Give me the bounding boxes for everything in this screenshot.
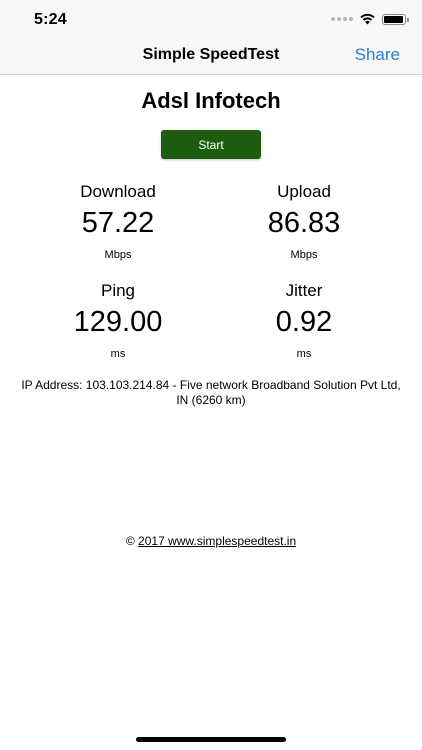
download-label: Download xyxy=(80,182,156,201)
status-icons xyxy=(331,13,409,25)
ping-metric: Ping 129.00 ms xyxy=(38,281,198,361)
copyright-symbol: © xyxy=(125,534,135,548)
status-time: 5:24 xyxy=(34,11,67,28)
home-indicator[interactable] xyxy=(136,737,286,742)
jitter-label: Jitter xyxy=(285,281,323,300)
isp-name: Adsl Infotech xyxy=(141,88,281,113)
ping-value: 129.00 xyxy=(73,306,163,338)
upload-value: 86.83 xyxy=(267,207,341,239)
upload-metric: Upload 86.83 Mbps xyxy=(224,182,384,262)
download-metric: Download 57.22 Mbps xyxy=(38,182,198,262)
download-unit: Mbps xyxy=(104,249,132,261)
battery-icon xyxy=(382,13,409,25)
start-button[interactable]: Start xyxy=(161,130,261,159)
upload-unit: Mbps xyxy=(290,249,318,261)
upload-label: Upload xyxy=(277,182,331,201)
status-bar: 5:24 xyxy=(0,0,422,40)
jitter-value: 0.92 xyxy=(275,306,333,338)
download-value: 57.22 xyxy=(81,207,155,239)
jitter-unit: ms xyxy=(296,348,312,360)
wifi-icon xyxy=(360,13,375,25)
navigation-bar: Simple SpeedTest Share xyxy=(0,40,422,75)
copyright: © 2017 www.simplespeedtest.in xyxy=(0,534,422,548)
ping-label: Ping xyxy=(100,281,136,300)
website-link[interactable]: 2017 www.simplespeedtest.in xyxy=(138,534,296,548)
ip-location-line: IN (6260 km) xyxy=(176,393,246,407)
jitter-metric: Jitter 0.92 ms xyxy=(224,281,384,361)
ip-address-line: IP Address: 103.103.214.84 - Five networ… xyxy=(21,378,401,392)
share-button[interactable]: Share xyxy=(355,45,400,65)
ip-address-info: IP Address: 103.103.214.84 - Five networ… xyxy=(0,378,422,408)
signal-icon xyxy=(331,17,353,21)
ping-unit: ms xyxy=(110,348,126,360)
